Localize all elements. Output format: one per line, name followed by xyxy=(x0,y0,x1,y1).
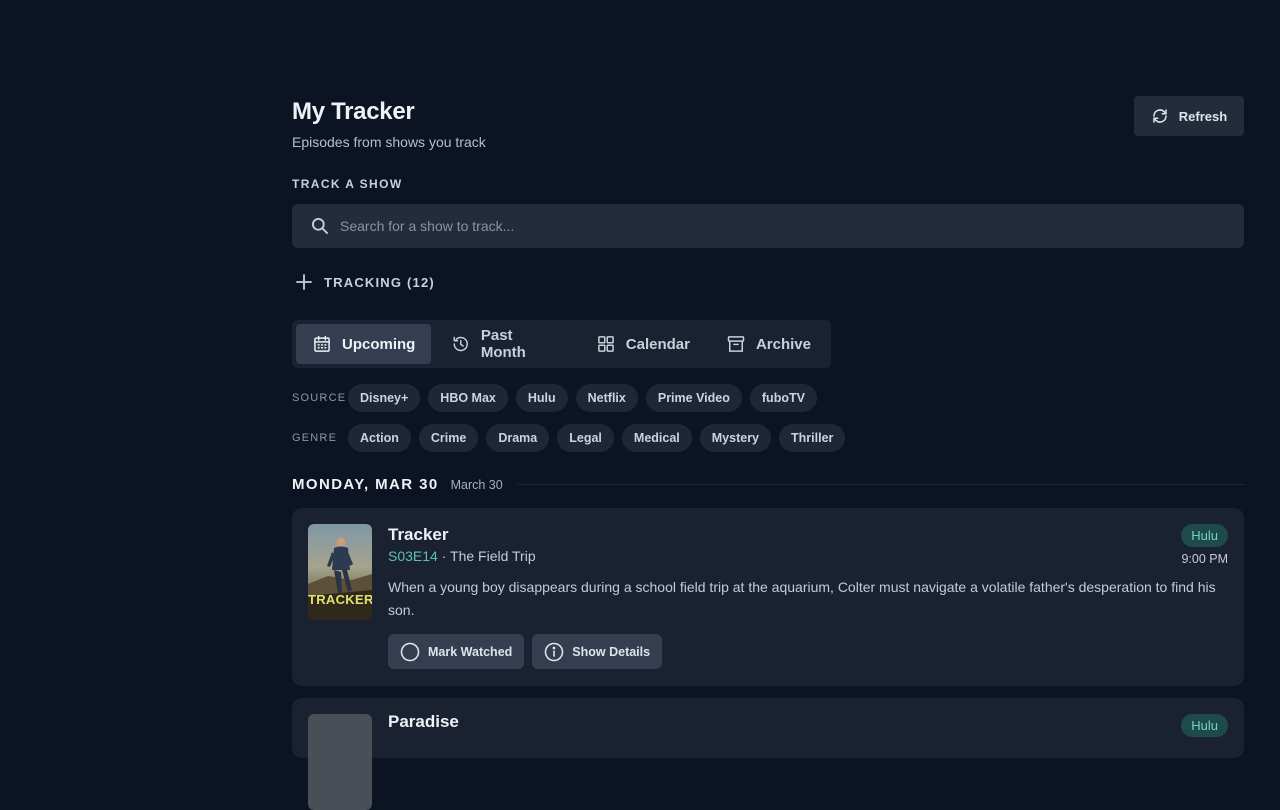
show-poster[interactable]: TRACKER xyxy=(308,524,372,620)
tab-calendar[interactable]: Calendar xyxy=(580,324,706,364)
refresh-button[interactable]: Refresh xyxy=(1134,96,1244,136)
air-time: 9:00 PM xyxy=(1181,552,1228,566)
plus-icon xyxy=(296,274,312,290)
poster-title-text: TRACKER xyxy=(308,592,372,607)
source-chip-disney[interactable]: Disney+ xyxy=(348,384,421,412)
grid-icon xyxy=(597,336,614,352)
day-title: MONDAY, MAR 30 xyxy=(292,476,439,493)
episode-line: S03E14 · The Field Trip xyxy=(388,548,536,564)
genre-filter-label: GENRE xyxy=(292,432,338,444)
tab-past-month[interactable]: Past Month xyxy=(435,324,575,364)
day-divider xyxy=(516,484,1244,485)
refresh-icon xyxy=(1153,109,1167,123)
refresh-label: Refresh xyxy=(1178,108,1228,124)
page-subtitle: Episodes from shows you track xyxy=(292,134,486,150)
episode-separator: · xyxy=(437,548,451,564)
search-input[interactable] xyxy=(340,218,1244,234)
tracking-label: TRACKING (12) xyxy=(324,274,435,290)
genre-chip-medical[interactable]: Medical xyxy=(621,424,692,452)
episode-title: The Field Trip xyxy=(450,548,536,564)
episode-code: S03E14 xyxy=(388,548,438,564)
tab-upcoming[interactable]: Upcoming xyxy=(296,324,432,364)
search-icon xyxy=(312,218,328,234)
history-icon xyxy=(453,336,469,352)
view-tabs: Upcoming Past Month Calendar Archive xyxy=(292,320,831,368)
circle-icon xyxy=(400,642,420,661)
source-badge: Hulu xyxy=(1181,714,1228,737)
info-icon xyxy=(544,642,564,661)
tab-calendar-label: Calendar xyxy=(625,335,690,353)
calendar-icon xyxy=(314,335,330,352)
episode-actions: Mark Watched Show Details xyxy=(388,634,663,669)
genre-chip-legal[interactable]: Legal xyxy=(557,424,614,452)
show-details-label: Show Details xyxy=(572,644,651,659)
source-chip-fubotv[interactable]: fuboTV xyxy=(749,384,817,412)
genre-chip-drama[interactable]: Drama xyxy=(486,424,550,452)
episode-card: Paradise Hulu xyxy=(292,698,1244,810)
source-filter-row: SOURCE Disney+ HBO Max Hulu Netflix Prim… xyxy=(292,384,825,412)
source-chip-hulu[interactable]: Hulu xyxy=(515,384,568,412)
day-header: MONDAY, MAR 30 March 30 xyxy=(292,476,1244,493)
tracker-page: My Tracker Episodes from shows you track… xyxy=(292,0,1244,810)
show-title[interactable]: Paradise xyxy=(388,712,459,732)
archive-icon xyxy=(727,336,745,352)
tab-archive[interactable]: Archive xyxy=(710,324,827,364)
day-date: March 30 xyxy=(450,477,503,492)
show-title[interactable]: Tracker xyxy=(388,525,449,545)
genre-chip-action[interactable]: Action xyxy=(348,424,411,452)
tracking-toggle[interactable]: TRACKING (12) xyxy=(296,274,435,290)
source-chip-netflix[interactable]: Netflix xyxy=(575,384,638,412)
source-badge: Hulu xyxy=(1181,524,1228,547)
page-title: My Tracker xyxy=(292,98,415,125)
genre-chip-crime[interactable]: Crime xyxy=(418,424,479,452)
tab-archive-label: Archive xyxy=(755,335,811,353)
genre-filter-row: GENRE Action Crime Drama Legal Medical M… xyxy=(292,424,853,452)
show-poster[interactable] xyxy=(308,714,372,810)
show-details-button[interactable]: Show Details xyxy=(532,634,663,669)
track-section-label: TRACK A SHOW xyxy=(292,177,403,191)
tab-upcoming-label: Upcoming xyxy=(342,335,416,353)
episode-description: When a young boy disappears during a sch… xyxy=(388,579,1216,618)
search-box xyxy=(292,204,1244,248)
tab-past-month-label: Past Month xyxy=(480,327,526,361)
source-filter-label: SOURCE xyxy=(292,392,347,404)
mark-watched-label: Mark Watched xyxy=(428,644,513,659)
source-chip-prime-video[interactable]: Prime Video xyxy=(645,384,742,412)
source-chip-hbo-max[interactable]: HBO Max xyxy=(428,384,508,412)
genre-chip-thriller[interactable]: Thriller xyxy=(779,424,846,452)
episode-card: TRACKER Tracker S03E14 · The Field Trip … xyxy=(292,508,1244,686)
mark-watched-button[interactable]: Mark Watched xyxy=(388,634,525,669)
genre-chip-mystery[interactable]: Mystery xyxy=(699,424,772,452)
